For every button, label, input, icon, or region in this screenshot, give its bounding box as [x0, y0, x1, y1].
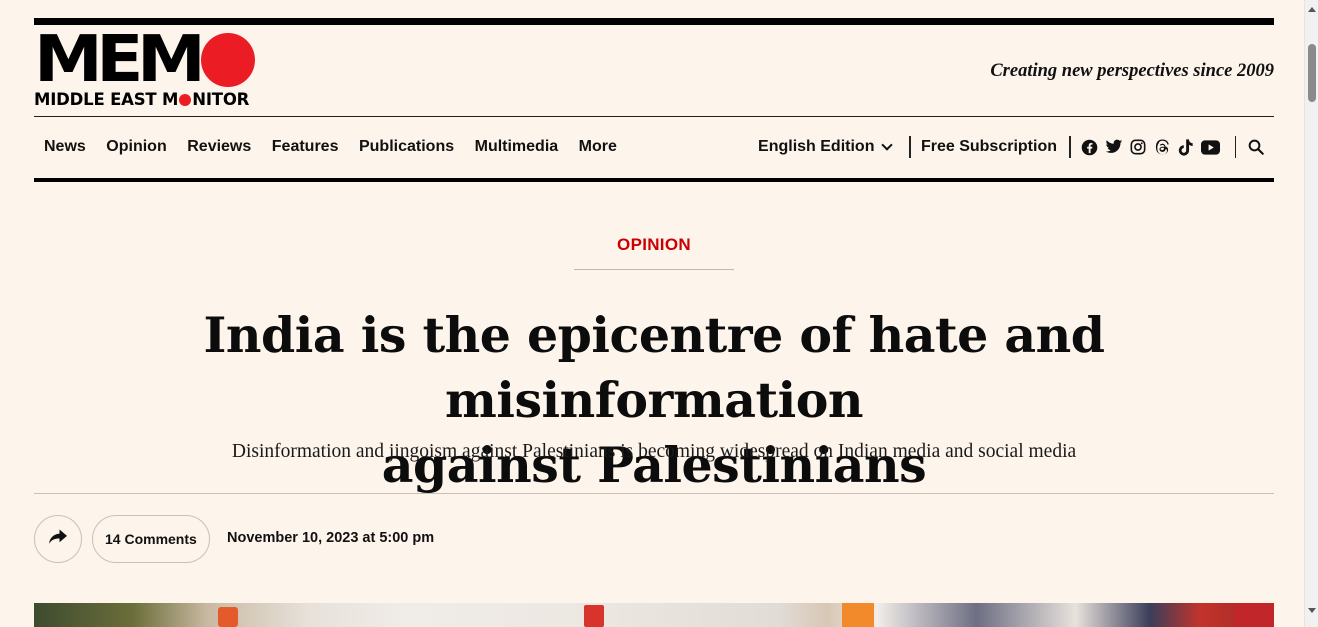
logo-wordmark: MEM: [34, 23, 206, 97]
logo-subtitle: MIDDLE EAST M NITOR: [34, 90, 249, 110]
facebook-icon[interactable]: [1081, 138, 1099, 156]
top-rule: [34, 18, 1274, 25]
hero-image: [34, 603, 1274, 627]
site-tagline: Creating new perspectives since 2009: [990, 61, 1274, 81]
vertical-scrollbar[interactable]: [1304, 0, 1318, 627]
edition-dropdown[interactable]: English Edition: [758, 138, 894, 156]
article-category[interactable]: OPINION: [34, 235, 1274, 255]
threads-icon[interactable]: [1153, 138, 1171, 156]
comments-button[interactable]: 14 Comments: [92, 515, 210, 563]
site-logo[interactable]: MEM MIDDLE EAST M NITOR: [34, 23, 258, 112]
nav-item-reviews[interactable]: Reviews: [187, 136, 251, 158]
youtube-icon[interactable]: [1201, 138, 1221, 156]
publish-date: November 10, 2023 at 5:00 pm: [227, 530, 435, 546]
nav-item-opinion[interactable]: Opinion: [106, 136, 166, 158]
article-headline: India is the epicentre of hate and misin…: [34, 303, 1274, 498]
hero-image-detail: [218, 607, 238, 627]
article-subheadline: Disinformation and jingoism against Pale…: [231, 441, 1077, 462]
nav-item-news[interactable]: News: [44, 136, 86, 158]
search-icon[interactable]: [1246, 137, 1266, 157]
page: MEM MIDDLE EAST M NITOR Creating new pers…: [34, 0, 1274, 627]
twitter-icon[interactable]: [1105, 138, 1123, 156]
free-subscription-link[interactable]: Free Subscription: [921, 138, 1057, 156]
nav-item-multimedia[interactable]: Multimedia: [475, 136, 559, 158]
scrollbar-thumb[interactable]: [1308, 44, 1316, 102]
hero-image-detail: [842, 603, 874, 627]
tiktok-icon[interactable]: [1177, 138, 1195, 156]
scroll-down-arrow-icon[interactable]: [1308, 608, 1316, 613]
logo-subtitle-part1: MIDDLE EAST M: [34, 90, 179, 109]
category-underline: [574, 269, 734, 270]
divider: [1069, 136, 1071, 158]
share-button[interactable]: [34, 515, 82, 563]
logo-red-dot: [201, 33, 255, 87]
divider: [909, 136, 911, 158]
nav-item-features[interactable]: Features: [272, 136, 339, 158]
hero-image-detail: [584, 605, 604, 627]
share-arrow-icon: [49, 529, 67, 550]
hero-image-detail: [1234, 603, 1274, 627]
chevron-down-icon: [881, 139, 894, 151]
social-links: [1081, 138, 1221, 156]
instagram-icon[interactable]: [1129, 138, 1147, 156]
meta-divider: [34, 493, 1274, 494]
nav-rule-bottom: [34, 178, 1274, 182]
logo-subtitle-part2: NITOR: [192, 90, 250, 109]
nav-item-more[interactable]: More: [579, 136, 617, 158]
scroll-up-arrow-icon[interactable]: [1308, 7, 1316, 12]
nav-right: English Edition Free Subscription: [758, 134, 1274, 160]
nav-item-publications[interactable]: Publications: [359, 136, 454, 158]
edition-label: English Edition: [758, 138, 875, 155]
nav-rule-top: [34, 116, 1274, 117]
headline-line-1: India is the epicentre of hate and misin…: [203, 306, 1105, 429]
main-nav: News Opinion Reviews Features Publicatio…: [44, 136, 637, 158]
divider: [1234, 136, 1236, 158]
logo-subtitle-dot: [179, 94, 192, 106]
